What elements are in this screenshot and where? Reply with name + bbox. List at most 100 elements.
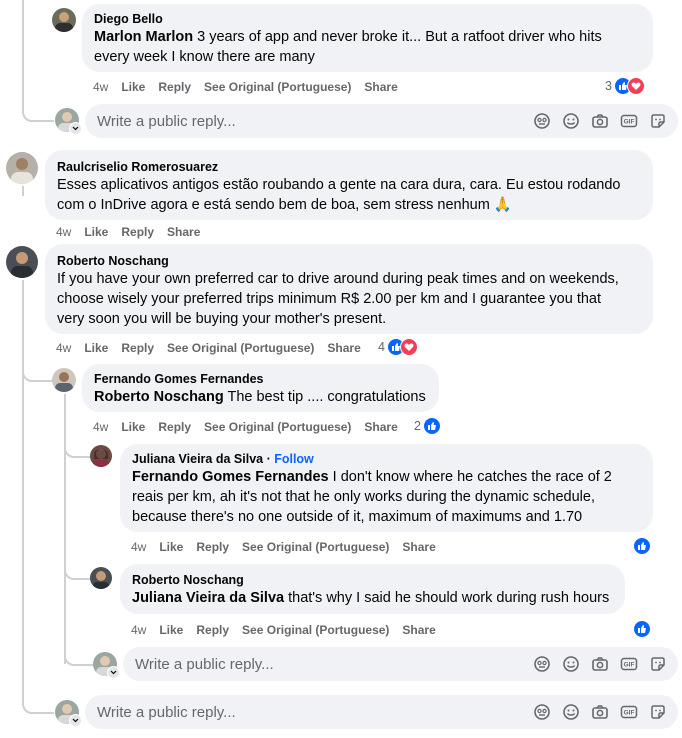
reaction-count: 2: [414, 419, 421, 433]
timestamp[interactable]: 4w: [93, 419, 108, 435]
thread-connector: [64, 430, 92, 458]
emoji-icon[interactable]: [561, 654, 581, 674]
follow-button[interactable]: Follow: [274, 452, 314, 466]
comment-bubble: Fernando Gomes Fernandes Roberto Noschan…: [82, 364, 439, 412]
timestamp[interactable]: 4w: [93, 79, 108, 95]
avatar[interactable]: [90, 567, 112, 589]
like-button[interactable]: Like: [159, 622, 183, 638]
thread-line: [22, 280, 24, 700]
mention-link[interactable]: Marlon Marlon: [94, 29, 193, 45]
share-button[interactable]: Share: [402, 622, 435, 638]
reaction-summary[interactable]: 2: [414, 417, 441, 435]
mention-link[interactable]: Roberto Noschang: [94, 389, 224, 405]
avatar[interactable]: [6, 246, 38, 278]
avatar[interactable]: [90, 445, 112, 467]
reaction-summary[interactable]: 4: [378, 338, 418, 356]
timestamp[interactable]: 4w: [56, 224, 71, 240]
reply-button[interactable]: Reply: [196, 622, 229, 638]
sticker-icon[interactable]: [648, 111, 668, 131]
reaction-summary[interactable]: 3: [605, 77, 645, 95]
like-reaction-icon: [633, 537, 651, 555]
comment-author[interactable]: Fernando Gomes Fernandes: [94, 371, 427, 387]
comment-text: choose wisely your preferred trips minim…: [57, 291, 602, 307]
mention-link[interactable]: Juliana Vieira da Silva: [132, 590, 284, 606]
timestamp[interactable]: 4w: [131, 539, 146, 555]
comment-bubble: Roberto Noschang Juliana Vieira da Silva…: [120, 564, 625, 614]
avatar-sticker-icon[interactable]: [532, 702, 552, 722]
comment-text: Esses aplicativos antigos estão roubando…: [57, 177, 621, 193]
share-button[interactable]: Share: [327, 340, 360, 356]
reply-toolbar: GIF: [532, 111, 668, 131]
avatar[interactable]: [52, 368, 76, 392]
avatar[interactable]: [52, 8, 76, 32]
reaction-summary[interactable]: [633, 537, 651, 555]
emoji-icon[interactable]: [561, 111, 581, 131]
reply-input[interactable]: Write a public reply... GIF: [85, 695, 678, 729]
chevron-down-icon[interactable]: [69, 122, 82, 135]
comment-bubble: Roberto Noschang If you have your own pr…: [45, 244, 653, 334]
avatar-sticker-icon[interactable]: [532, 111, 552, 131]
share-button[interactable]: Share: [364, 419, 397, 435]
comment-text: very soon you will be buying your mother…: [57, 311, 387, 327]
see-original-button[interactable]: See Original (Portuguese): [204, 419, 351, 435]
timestamp[interactable]: 4w: [56, 340, 71, 356]
emoji-icon[interactable]: [561, 702, 581, 722]
reply-input[interactable]: Write a public reply... GIF: [85, 104, 678, 138]
comment-actions: 4w Like Reply See Original (Portuguese) Shar…: [56, 340, 374, 356]
timestamp[interactable]: 4w: [131, 622, 146, 638]
comment-actions: 4w Like Reply See Original (Portuguese) Shar…: [93, 419, 411, 435]
thread-connector: [64, 636, 94, 666]
svg-text:GIF: GIF: [624, 710, 635, 717]
reply-placeholder: Write a public reply...: [135, 655, 274, 673]
sticker-icon[interactable]: [648, 702, 668, 722]
camera-icon[interactable]: [590, 654, 610, 674]
author-name[interactable]: Juliana Vieira da Silva: [132, 452, 263, 466]
like-reaction-icon: [633, 620, 651, 638]
avatar[interactable]: [6, 152, 38, 184]
gif-icon[interactable]: GIF: [619, 111, 639, 131]
avatar-sticker-icon[interactable]: [532, 654, 552, 674]
reply-placeholder: Write a public reply...: [97, 112, 236, 130]
comment-bubble: Raulcriselio Romerosuarez Esses aplicati…: [45, 150, 653, 220]
comment-text: Roberto Noschang The best tip .... congr…: [94, 389, 426, 405]
see-original-button[interactable]: See Original (Portuguese): [242, 622, 389, 638]
reply-button[interactable]: Reply: [121, 224, 154, 240]
camera-icon[interactable]: [590, 702, 610, 722]
mention-link[interactable]: Fernando Gomes Fernandes: [132, 469, 329, 485]
chevron-down-icon[interactable]: [107, 666, 120, 679]
share-button[interactable]: Share: [402, 539, 435, 555]
reply-button[interactable]: Reply: [158, 419, 191, 435]
reply-button[interactable]: Reply: [158, 79, 191, 95]
like-button[interactable]: Like: [121, 419, 145, 435]
like-button[interactable]: Like: [84, 340, 108, 356]
sticker-icon[interactable]: [648, 654, 668, 674]
see-original-button[interactable]: See Original (Portuguese): [204, 79, 351, 95]
comment-author[interactable]: Roberto Noschang: [132, 572, 613, 588]
camera-icon[interactable]: [590, 111, 610, 131]
like-button[interactable]: Like: [159, 539, 183, 555]
like-button[interactable]: Like: [84, 224, 108, 240]
reply-button[interactable]: Reply: [121, 340, 154, 356]
comment-actions: 4w Like Reply See Original (Portuguese) Shar…: [131, 539, 449, 555]
svg-text:GIF: GIF: [624, 662, 635, 669]
like-button[interactable]: Like: [121, 79, 145, 95]
thread-connector: [22, 350, 54, 382]
reply-input[interactable]: Write a public reply... GIF: [123, 647, 678, 681]
comment-author[interactable]: Raulcriselio Romerosuarez: [57, 159, 641, 175]
share-button[interactable]: Share: [167, 224, 200, 240]
reply-placeholder: Write a public reply...: [97, 703, 236, 721]
chevron-down-icon[interactable]: [69, 714, 82, 727]
comment-bubble: Diego Bello Marlon Marlon 3 years of app…: [82, 4, 653, 72]
gif-icon[interactable]: GIF: [619, 702, 639, 722]
see-original-button[interactable]: See Original (Portuguese): [242, 539, 389, 555]
reply-button[interactable]: Reply: [196, 539, 229, 555]
comment-author[interactable]: Roberto Noschang: [57, 253, 641, 269]
comment-text: com o InDrive agora e está sendo bem de …: [57, 197, 512, 213]
thread-connector: [64, 550, 92, 580]
see-original-button[interactable]: See Original (Portuguese): [167, 340, 314, 356]
comment-author[interactable]: Diego Bello: [94, 11, 641, 27]
gif-icon[interactable]: GIF: [619, 654, 639, 674]
reaction-summary[interactable]: [633, 620, 651, 638]
reply-toolbar: GIF: [532, 654, 668, 674]
share-button[interactable]: Share: [364, 79, 397, 95]
